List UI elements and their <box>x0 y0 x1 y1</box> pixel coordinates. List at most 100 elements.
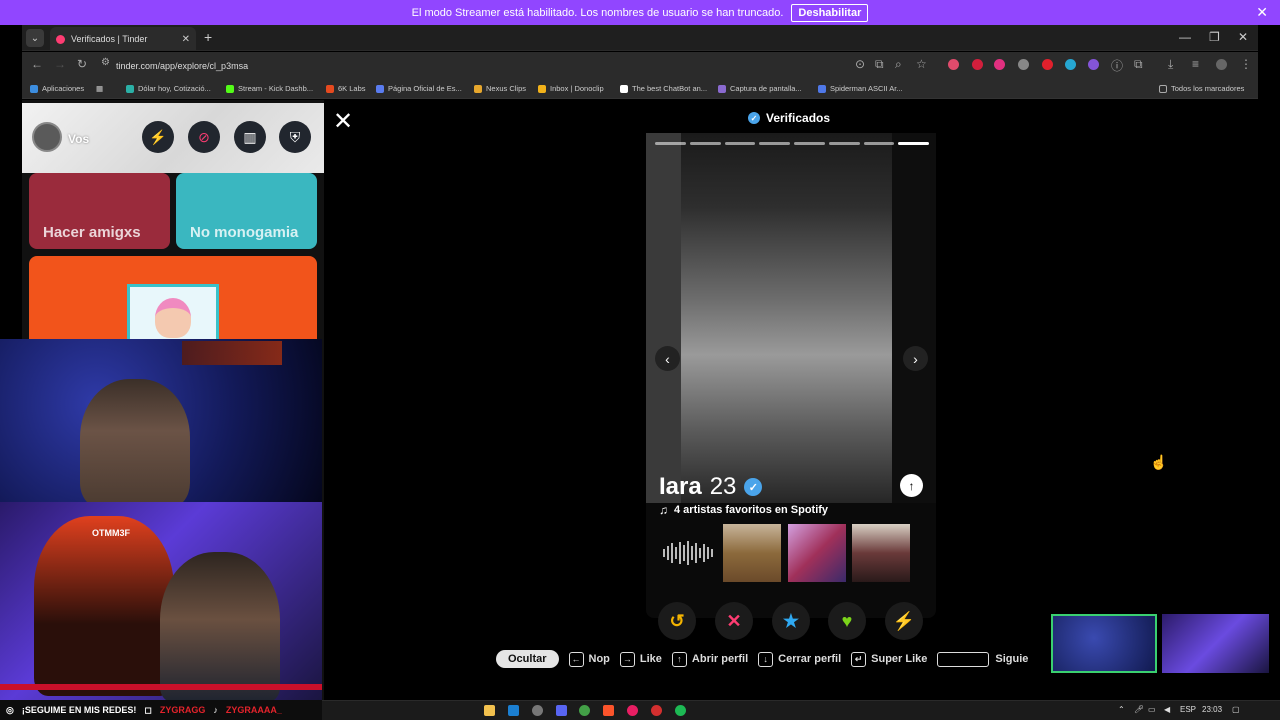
media-icon[interactable]: ≡ <box>1192 57 1199 71</box>
hide-hints-button[interactable]: Ocultar <box>496 650 559 668</box>
photo-indicator[interactable] <box>759 142 790 145</box>
language-indicator[interactable]: ESP <box>1180 705 1196 714</box>
notification-icon[interactable]: ▢ <box>1232 705 1240 714</box>
boost-button[interactable]: ⚡ <box>885 602 923 640</box>
extension-icon[interactable] <box>1042 59 1053 70</box>
photo-indicator[interactable] <box>898 142 929 145</box>
left-arrow-key-icon: ← <box>568 651 584 667</box>
right-arrow-key-icon: → <box>619 651 635 667</box>
boost-icon[interactable]: ⚡ <box>142 121 174 153</box>
puzzle-icon[interactable]: ⧉ <box>1134 57 1143 72</box>
app-icon[interactable] <box>651 705 662 716</box>
nope-button[interactable]: ✕ <box>715 602 753 640</box>
new-tab-icon[interactable]: + <box>204 29 212 45</box>
category-card[interactable]: No monogamia <box>176 173 317 249</box>
extension-icon[interactable] <box>948 59 959 70</box>
card-label: No monogamia <box>190 224 299 241</box>
hint-open-profile: ↑ Abrir perfil <box>671 651 748 667</box>
mic-icon[interactable]: 🎤︎ <box>1134 705 1144 714</box>
bookmark-star-icon[interactable]: ☆ <box>916 57 927 71</box>
download-icon[interactable]: ⤓ <box>1168 57 1173 72</box>
location-icon[interactable]: ⊙ <box>855 57 865 71</box>
superlike-button[interactable]: ★ <box>772 602 810 640</box>
brave-icon[interactable] <box>603 705 614 716</box>
album-cover[interactable] <box>788 524 846 582</box>
reload-icon[interactable]: ↻ <box>77 57 87 71</box>
rewind-button[interactable]: ↺ <box>658 602 696 640</box>
spotify-section: ♫ 4 artistas favoritos en Spotify <box>659 503 829 517</box>
chrome-icon[interactable] <box>579 705 590 716</box>
tab-tinder[interactable]: Verificados | Tinder ✕ <box>50 27 196 51</box>
extension-icon[interactable] <box>972 59 983 70</box>
tab-bar: ⌄ Verificados | Tinder ✕ + — ❐ ✕ <box>22 25 1258 51</box>
bookmark-item[interactable]: Captura de pantalla... <box>718 84 802 93</box>
photo-indicator[interactable] <box>724 142 756 145</box>
bookmark-item[interactable]: 6K Labs <box>326 84 366 93</box>
shield-icon[interactable]: ⛨ <box>279 121 311 153</box>
photo-indicator[interactable] <box>828 142 860 145</box>
close-viewer-icon[interactable]: ✕ <box>333 107 353 136</box>
user-name[interactable]: Vos <box>68 132 89 146</box>
photo-indicator[interactable] <box>689 142 721 145</box>
prev-photo-icon[interactable]: ‹ <box>655 346 680 371</box>
bookmark-item[interactable]: Dólar hoy, Cotizació... <box>126 84 211 93</box>
extension-icon[interactable] <box>1018 59 1029 70</box>
bookmark-item[interactable]: Página Oficial de Es... <box>376 84 462 93</box>
bookmark-item[interactable]: The best ChatBot an... <box>620 84 707 93</box>
explore-icon[interactable]: ⊘ <box>188 121 220 153</box>
steam-icon[interactable] <box>508 705 519 716</box>
discord-icon[interactable] <box>556 705 567 716</box>
briefcase-icon[interactable]: ▥ <box>234 121 266 153</box>
audio-wave[interactable] <box>658 524 718 582</box>
tab-close-icon[interactable]: ✕ <box>182 34 190 45</box>
network-icon[interactable]: ▭ <box>1148 705 1156 714</box>
like-button[interactable]: ♥ <box>828 602 866 640</box>
album-cover[interactable] <box>852 524 910 582</box>
app-icon[interactable] <box>532 705 543 716</box>
app-icon[interactable] <box>627 705 638 716</box>
bookmark-item[interactable]: Inbox | Donoclip <box>538 84 604 93</box>
open-profile-icon[interactable]: ↑ <box>900 474 923 497</box>
extension-icon[interactable] <box>1065 59 1076 70</box>
category-card[interactable]: Hacer amigxs <box>29 173 170 249</box>
forward-icon[interactable]: → <box>54 57 66 71</box>
install-icon[interactable]: ⧉ <box>875 57 884 72</box>
info-icon[interactable]: ⓘ <box>1111 57 1123 74</box>
apps-grid-icon[interactable]: ▦ <box>96 84 103 93</box>
disable-streamer-button[interactable]: Deshabilitar <box>791 3 869 22</box>
webcam-bottom: OTMM3F <box>0 502 322 700</box>
bookmark-item[interactable]: Stream - Kick Dashb... <box>226 84 313 93</box>
avatar[interactable] <box>32 122 62 152</box>
menu-icon[interactable]: ⋮ <box>1240 57 1252 71</box>
photo-indicator[interactable] <box>794 142 825 145</box>
site-info-icon[interactable]: ⚙ <box>101 57 110 68</box>
photo-indicator[interactable] <box>863 142 895 145</box>
volume-icon[interactable]: ◀︎ <box>1164 705 1170 714</box>
all-bookmarks-folder[interactable]: Todos los marcadores <box>1159 84 1244 93</box>
bookmark-item[interactable]: Nexus Clips <box>474 84 526 93</box>
streamer-banner: El modo Streamer está habilitado. Los no… <box>0 0 1280 25</box>
folder-icon[interactable] <box>484 705 495 716</box>
restore-icon[interactable]: ❐ <box>1209 30 1220 44</box>
clock[interactable]: 23:03 <box>1202 705 1222 714</box>
extension-icon[interactable] <box>1088 59 1099 70</box>
extension-icon[interactable] <box>994 59 1005 70</box>
album-cover[interactable] <box>723 524 781 582</box>
back-icon[interactable]: ← <box>31 57 43 71</box>
tab-search-icon[interactable]: ⌄ <box>26 29 44 47</box>
photo-indicator[interactable] <box>655 142 686 145</box>
close-icon[interactable]: ✕ <box>1256 4 1268 21</box>
profile-icon[interactable] <box>1216 59 1227 70</box>
spotify-icon[interactable] <box>675 705 686 716</box>
url-field[interactable]: tinder.com/app/explore/cl_p3msa <box>116 57 936 74</box>
bookmark-item[interactable]: Spiderman ASCII Ar... <box>818 84 903 93</box>
next-photo-icon[interactable]: › <box>903 346 928 371</box>
profile-photo[interactable] <box>681 133 892 503</box>
tray-chevron-icon[interactable]: ⌃ <box>1118 705 1125 714</box>
bookmark-item[interactable]: Aplicaciones <box>30 84 84 93</box>
address-bar: ← → ↻ ⚙ tinder.com/app/explore/cl_p3msa … <box>22 52 1258 78</box>
zoom-icon[interactable]: ⌕ <box>895 57 902 72</box>
minimize-icon[interactable]: — <box>1179 30 1191 44</box>
window-close-icon[interactable]: ✕ <box>1238 30 1248 44</box>
streamer-figure <box>80 379 190 502</box>
